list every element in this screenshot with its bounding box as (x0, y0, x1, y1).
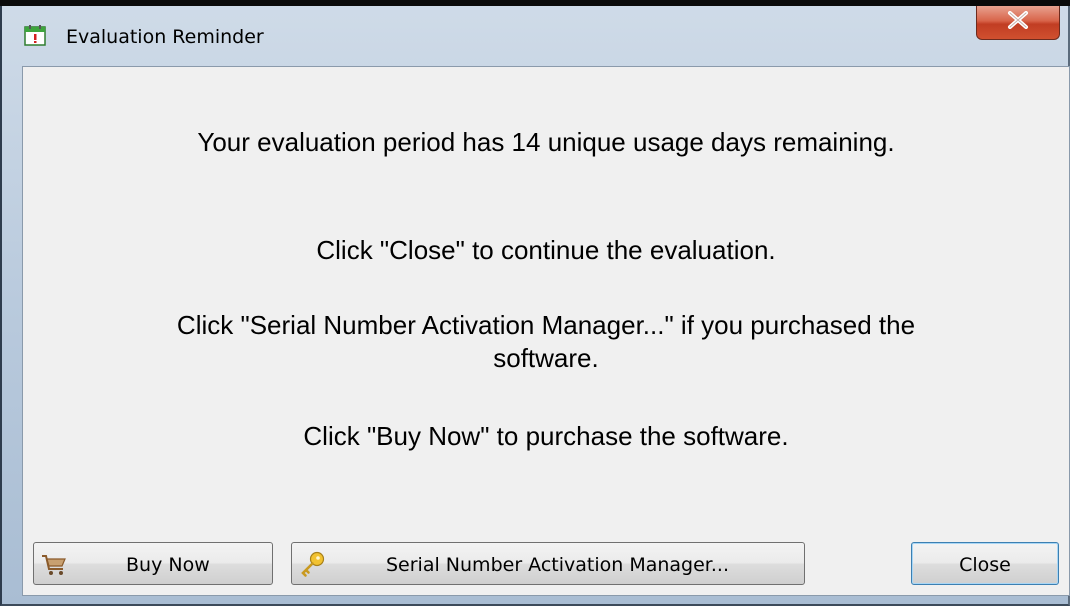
close-button[interactable]: Close (911, 542, 1059, 585)
key-icon (298, 550, 326, 578)
close-instruction: Click "Close" to continue the evaluation… (316, 235, 776, 265)
cart-icon (40, 550, 68, 578)
window-title: Evaluation Reminder (66, 26, 264, 48)
calendar-icon (24, 24, 46, 46)
serial-instruction-line2: software. (493, 343, 599, 373)
buy-now-button[interactable]: Buy Now (33, 542, 273, 585)
serial-instruction-line1: Click "Serial Number Activation Manager.… (176, 310, 916, 340)
serial-activation-label: Serial Number Activation Manager... (386, 554, 729, 576)
buy-now-label: Buy Now (126, 554, 210, 576)
close-icon (1007, 11, 1029, 34)
window-close-button[interactable] (976, 6, 1060, 40)
buy-instruction: Click "Buy Now" to purchase the software… (303, 421, 789, 451)
remaining-days-message: Your evaluation period has 14 unique usa… (197, 127, 895, 157)
title-bar[interactable]: Evaluation Reminder (0, 6, 1066, 66)
dialog-body: Your evaluation period has 14 unique usa… (22, 66, 1070, 596)
serial-activation-button[interactable]: Serial Number Activation Manager... (291, 542, 805, 585)
close-label: Close (959, 554, 1011, 576)
